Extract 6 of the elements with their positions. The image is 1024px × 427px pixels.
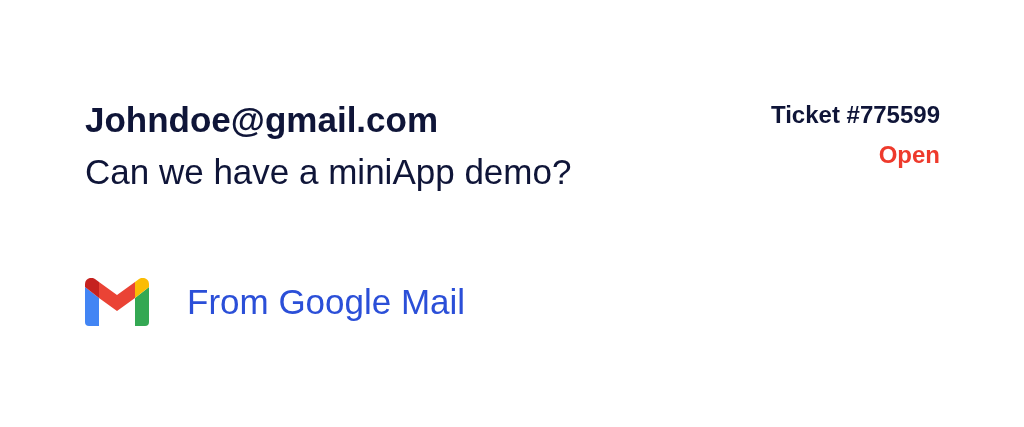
source-label: From Google Mail bbox=[187, 281, 466, 323]
ticket-number: Ticket #775599 bbox=[770, 100, 940, 130]
ticket-subject: Can we have a miniApp demo? bbox=[85, 151, 572, 193]
ticket-status: Open bbox=[878, 140, 940, 170]
gmail-icon bbox=[85, 278, 149, 326]
sender-email: Johndoe@gmail.com bbox=[85, 99, 440, 141]
